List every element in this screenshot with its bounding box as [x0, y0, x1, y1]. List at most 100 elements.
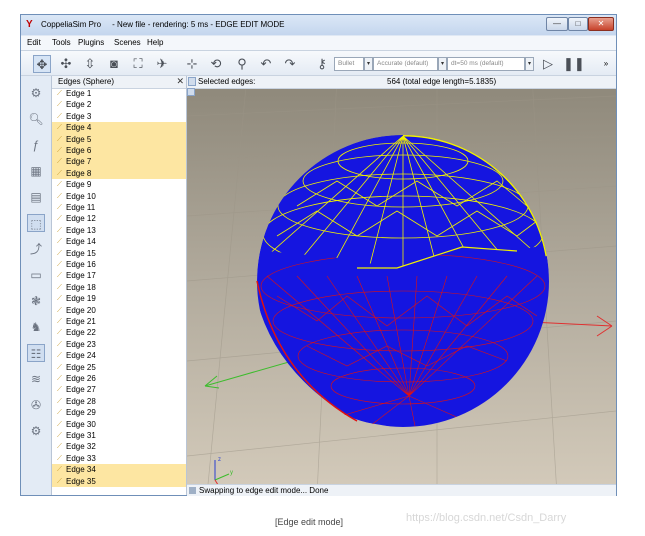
- status-square-icon[interactable]: [189, 487, 196, 494]
- edge-label: Edge 8: [66, 168, 92, 178]
- toolbar: ✥ ✣ ⇳ ◙ ⛶ ✈ ⊹ ⟲ ⚲ ↶ ↷ ⚷ Bullet ▾ Accurat…: [21, 50, 616, 76]
- menu-plugins[interactable]: Plugins: [78, 38, 104, 47]
- object-shift-icon[interactable]: ✥: [33, 55, 51, 73]
- edge-list-item[interactable]: ⟋ Edge 24: [52, 350, 186, 361]
- edge-list-item[interactable]: ⟋ Edge 14: [52, 236, 186, 247]
- toolbar-overflow-icon[interactable]: »: [599, 55, 613, 73]
- edge-list-item[interactable]: ⟋ Edge 33: [52, 453, 186, 464]
- settings-icon[interactable]: ⚙: [27, 422, 45, 440]
- edge-list-item[interactable]: ⟋ Edge 16: [52, 259, 186, 270]
- edge-list-item[interactable]: ⟋ Edge 13: [52, 225, 186, 236]
- object-orient-icon[interactable]: ⟲: [207, 55, 225, 73]
- edge-list-item[interactable]: ⟋ Edge 9: [52, 179, 186, 190]
- menu-tools[interactable]: Tools: [52, 38, 71, 47]
- edge-label: Edge 35: [66, 476, 96, 486]
- film-icon[interactable]: ✇: [27, 396, 45, 414]
- robot-icon[interactable]: ♞: [27, 318, 45, 336]
- edge-list-item[interactable]: ⟋ Edge 2: [52, 99, 186, 110]
- edge-icon: ⟋: [57, 204, 62, 211]
- scene-viewport[interactable]: z y x Selected edges: 564 (total edge le…: [187, 76, 616, 495]
- close-icon[interactable]: ✕: [176, 76, 184, 87]
- selection-icon[interactable]: ▦: [27, 162, 45, 180]
- edge-list-item[interactable]: ⟋ Edge 25: [52, 362, 186, 373]
- edge-list-item[interactable]: ⟋ Edge 4: [52, 122, 186, 134]
- edge-list-item[interactable]: ⟋ Edge 11: [52, 202, 186, 213]
- pointer-icon[interactable]: ⚲: [233, 55, 251, 73]
- edge-list-item[interactable]: ⟋ Edge 35: [52, 475, 186, 487]
- edge-list-item[interactable]: ⟋ Edge 17: [52, 270, 186, 281]
- object-translate-icon[interactable]: ⊹: [183, 55, 201, 73]
- camera-pan-icon[interactable]: ⇳: [81, 55, 99, 73]
- menu-scenes[interactable]: Scenes: [114, 38, 141, 47]
- chevron-down-icon[interactable]: ▾: [438, 57, 447, 71]
- camera-zoom-icon[interactable]: ✈: [153, 55, 171, 73]
- left-toolbar: ⚙ 🔍︎ ƒ ▦ ▤ ⬚ ⤴ ▭ ❃ ♞ ☷ ≋ ✇ ⚙: [21, 76, 52, 495]
- edge-list-item[interactable]: ⟋ Edge 34: [52, 464, 186, 476]
- selected-edges-info: 564 (total edge length=5.1835): [387, 77, 497, 86]
- edge-list-item[interactable]: ⟋ Edge 7: [52, 156, 186, 168]
- scene-hierarchy-icon[interactable]: ⚙: [27, 84, 45, 102]
- edge-list-item[interactable]: ⟋ Edge 6: [52, 145, 186, 157]
- edge-list-item[interactable]: ⟋ Edge 1: [52, 88, 186, 99]
- edge-list-item[interactable]: ⟋ Edge 22: [52, 327, 186, 338]
- function-icon[interactable]: ƒ: [27, 136, 45, 154]
- pause-icon[interactable]: ❚❚: [563, 55, 585, 73]
- edge-list-item[interactable]: ⟋ Edge 12: [52, 213, 186, 224]
- layers-icon[interactable]: ≋: [27, 370, 45, 388]
- dynamics-icon[interactable]: ⚷: [313, 55, 331, 73]
- edge-list-item[interactable]: ⟋ Edge 31: [52, 430, 186, 441]
- viewport-menu-toggle[interactable]: [188, 77, 196, 86]
- edge-list-item[interactable]: ⟋ Edge 29: [52, 407, 186, 418]
- edge-list-item[interactable]: ⟋ Edge 20: [52, 305, 186, 316]
- object-rotate-icon[interactable]: ✣: [57, 55, 75, 73]
- edge-label: Edge 5: [66, 134, 92, 144]
- watermark: https://blog.csdn.net/Csdn_Darry: [406, 512, 567, 524]
- maximize-button[interactable]: □: [568, 17, 588, 31]
- edge-list-item[interactable]: ⟋ Edge 5: [52, 133, 186, 145]
- path-icon[interactable]: ⤴: [27, 240, 45, 258]
- edge-list-item[interactable]: ⟋ Edge 27: [52, 384, 186, 395]
- model-browser-icon[interactable]: ☷: [27, 344, 45, 362]
- edge-list-item[interactable]: ⟋ Edge 23: [52, 339, 186, 350]
- gizmo-y-label: y: [230, 470, 233, 476]
- scene-render[interactable]: z y x: [187, 76, 616, 495]
- viewport-side-toggle[interactable]: [187, 88, 195, 96]
- edge-list-item[interactable]: ⟋ Edge 18: [52, 282, 186, 293]
- camera-fit-icon[interactable]: ⛶: [129, 55, 147, 73]
- undo-icon[interactable]: ↶: [257, 55, 275, 73]
- edge-list-item[interactable]: ⟋ Edge 3: [52, 111, 186, 122]
- panel-title: Edges (Sphere): [58, 77, 115, 86]
- edge-list-item[interactable]: ⟋ Edge 15: [52, 248, 186, 259]
- edge-icon: ⟋: [57, 169, 62, 177]
- menu-edit[interactable]: Edit: [27, 38, 41, 47]
- play-icon[interactable]: ▷: [539, 55, 557, 73]
- chevron-down-icon[interactable]: ▾: [525, 57, 534, 71]
- edge-label: Edge 30: [66, 419, 96, 429]
- camera-icon[interactable]: ◙: [105, 55, 123, 73]
- edge-list-item[interactable]: ⟋ Edge 8: [52, 167, 186, 180]
- edge-icon: ⟋: [57, 466, 62, 474]
- menu-help[interactable]: Help: [147, 38, 163, 47]
- physics-engine-select[interactable]: Bullet: [334, 57, 364, 71]
- ui-icon[interactable]: ▭: [27, 266, 45, 284]
- edge-list-item[interactable]: ⟋ Edge 30: [52, 419, 186, 430]
- minimize-button[interactable]: —: [546, 17, 568, 31]
- edge-list-item[interactable]: ⟋ Edge 21: [52, 316, 186, 327]
- edge-list-item[interactable]: ⟋ Edge 28: [52, 396, 186, 407]
- edit-mode-icon[interactable]: ⬚: [27, 214, 45, 232]
- timestep-select[interactable]: dt=50 ms (default): [447, 57, 525, 71]
- edge-list-item[interactable]: ⟋ Edge 19: [52, 293, 186, 304]
- collection-icon[interactable]: ❃: [27, 292, 45, 310]
- edge-list-item[interactable]: ⟋ Edge 10: [52, 191, 186, 202]
- redo-icon[interactable]: ↷: [281, 55, 299, 73]
- chevron-down-icon[interactable]: ▾: [364, 57, 373, 71]
- search-icon[interactable]: 🔍︎: [27, 110, 45, 128]
- page-icon[interactable]: ▤: [27, 188, 45, 206]
- edge-icon: ⟋: [57, 215, 62, 223]
- accuracy-select[interactable]: Accurate (default): [373, 57, 438, 71]
- edge-icon: ⟋: [57, 454, 62, 462]
- edge-list-item[interactable]: ⟋ Edge 32: [52, 441, 186, 452]
- close-button[interactable]: ✕: [588, 17, 614, 31]
- edge-list-item[interactable]: ⟋ Edge 26: [52, 373, 186, 384]
- edge-label: Edge 20: [66, 305, 96, 315]
